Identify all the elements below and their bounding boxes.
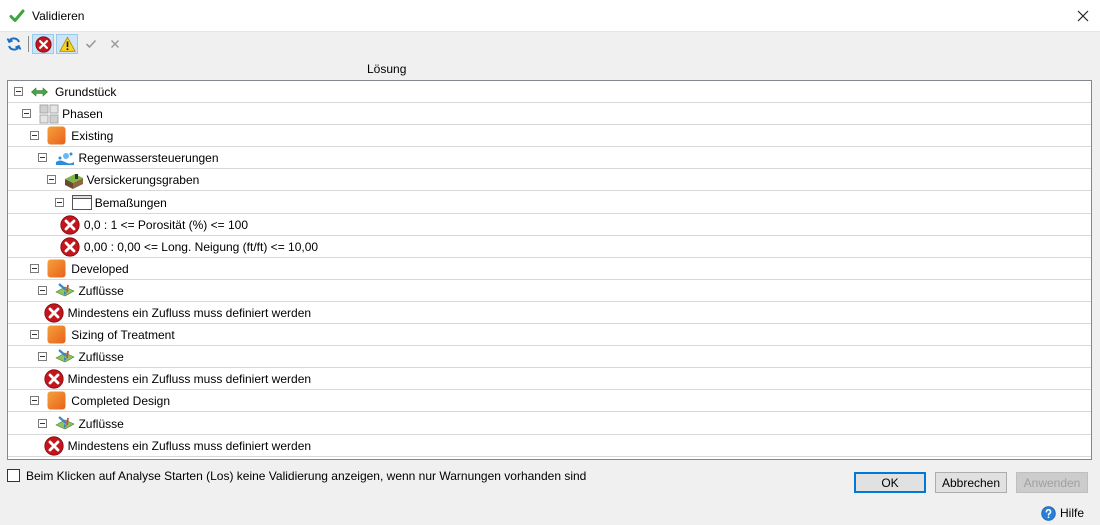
column-header: Lösung <box>367 62 407 76</box>
tree-row[interactable]: Bemaßungen <box>8 192 1091 214</box>
validation-tree[interactable]: Grundstück Phasen Existing Regenwassersteue… <box>7 80 1092 460</box>
error-icon <box>43 303 64 323</box>
tree-row[interactable]: Regenwassersteuerungen <box>8 147 1091 170</box>
close-button[interactable] <box>1066 0 1100 32</box>
x-icon <box>111 40 119 48</box>
error-filter-icon <box>34 35 52 53</box>
phase-icon <box>47 259 66 278</box>
tree-row-label: Zuflüsse <box>78 283 124 298</box>
help-link[interactable]: Hilfe <box>1041 505 1084 521</box>
collapse-toggle[interactable] <box>30 263 40 273</box>
apply-button: Anwenden <box>1016 472 1088 493</box>
toolbar <box>0 32 1100 56</box>
tree-row-label: Mindestens ein Zufluss muss definiert we… <box>67 306 312 320</box>
tree-row-label: Sizing of Treatment <box>71 328 175 343</box>
cancel-button[interactable]: Abbrechen <box>935 472 1007 493</box>
green-check-icon <box>9 8 25 24</box>
stormwater-controls-icon <box>55 150 75 166</box>
tree-row-label: Mindestens ein Zufluss muss definiert we… <box>67 438 312 453</box>
warning-filter-icon <box>58 35 76 52</box>
inflows-icon <box>55 283 76 299</box>
tree-row-label: Mindestens ein Zufluss muss definiert we… <box>67 372 312 387</box>
tree-row-label: 0,00 : 0,00 <= Long. Neigung (ft/ft) <= … <box>83 239 319 254</box>
tree-row-label: Regenwassersteuerungen <box>78 151 219 166</box>
window-title: Validieren <box>32 9 85 23</box>
tree-row[interactable]: Versickerungsgraben <box>8 169 1091 192</box>
title-bar: Validieren <box>0 0 1100 32</box>
x-button[interactable] <box>104 34 126 54</box>
no-validation-checkbox-label: Beim Klicken auf Analyse Starten (Los) k… <box>26 469 587 483</box>
phase-icon <box>47 391 66 410</box>
collapse-toggle[interactable] <box>54 197 64 207</box>
tree-row-label: Completed Design <box>71 394 171 409</box>
site-icon <box>31 84 48 100</box>
tree-row-label: Developed <box>71 261 129 276</box>
tree-row[interactable]: Existing <box>8 125 1091 148</box>
tree-row-label: Zuflüsse <box>78 416 124 431</box>
collapse-toggle[interactable] <box>22 109 32 119</box>
refresh-icon <box>6 37 22 51</box>
collapse-toggle[interactable] <box>30 131 40 141</box>
check-icon <box>85 39 97 49</box>
tree-row[interactable]: Developed <box>8 258 1091 280</box>
ok-button[interactable]: OK <box>854 472 926 493</box>
error-icon <box>43 435 64 456</box>
dimensions-icon <box>71 194 92 211</box>
infiltration-trench-icon <box>64 172 83 190</box>
tree-row[interactable]: Zuflüsse <box>8 413 1091 435</box>
tree-row-error[interactable]: Mindestens ein Zufluss muss definiert we… <box>8 435 1091 457</box>
no-validation-checkbox[interactable] <box>7 469 20 482</box>
tree-row[interactable]: Zuflüsse <box>8 280 1091 302</box>
tree-row-label: Phasen <box>62 107 103 122</box>
tree-row[interactable]: Zuflüsse <box>8 346 1091 369</box>
tree-row-error[interactable]: 0,0 : 1 <= Porosität (%) <= 100 <box>8 214 1091 236</box>
refresh-button[interactable] <box>3 34 25 54</box>
tree-row[interactable]: Completed Design <box>8 390 1091 413</box>
collapse-toggle[interactable] <box>38 352 48 362</box>
tree-row-error[interactable]: 0,00 : 0,00 <= Long. Neigung (ft/ft) <= … <box>8 236 1091 258</box>
collapse-toggle[interactable] <box>38 153 48 163</box>
tree-row-label: 0,0 : 1 <= Porosität (%) <= 100 <box>83 217 248 232</box>
tree-row-label: Existing <box>71 129 114 144</box>
warning-filter-button[interactable] <box>56 34 78 54</box>
error-icon <box>60 214 80 235</box>
tree-row-error[interactable]: Mindestens ein Zufluss muss definiert we… <box>8 302 1091 324</box>
phase-icon <box>47 325 66 344</box>
collapse-toggle[interactable] <box>30 396 40 406</box>
inflows-icon <box>55 415 76 432</box>
tree-row[interactable]: Phasen <box>8 103 1091 126</box>
help-label: Hilfe <box>1060 506 1085 520</box>
tree-row-label: Bemaßungen <box>94 195 167 210</box>
error-icon <box>60 237 80 257</box>
tree-row-label: Grundstück <box>55 85 117 99</box>
check-button[interactable] <box>80 34 102 54</box>
close-icon <box>1077 10 1089 22</box>
collapse-toggle[interactable] <box>38 418 48 428</box>
phases-icon <box>39 104 59 124</box>
phase-icon <box>47 126 66 145</box>
error-filter-button[interactable] <box>32 34 54 54</box>
inflows-icon <box>55 349 76 365</box>
collapse-toggle[interactable] <box>14 87 23 96</box>
collapse-toggle[interactable] <box>30 330 40 340</box>
tree-row[interactable]: Sizing of Treatment <box>8 324 1091 347</box>
toolbar-separator <box>28 36 29 52</box>
tree-row[interactable]: Grundstück <box>8 81 1091 103</box>
error-icon <box>43 369 64 389</box>
tree-row-label: Zuflüsse <box>78 350 124 365</box>
tree-row-error[interactable]: Mindestens ein Zufluss muss definiert we… <box>8 368 1091 391</box>
tree-row-label: Versickerungsgraben <box>86 173 200 188</box>
collapse-toggle[interactable] <box>46 175 56 185</box>
collapse-toggle[interactable] <box>38 285 48 295</box>
help-icon <box>1041 505 1056 521</box>
